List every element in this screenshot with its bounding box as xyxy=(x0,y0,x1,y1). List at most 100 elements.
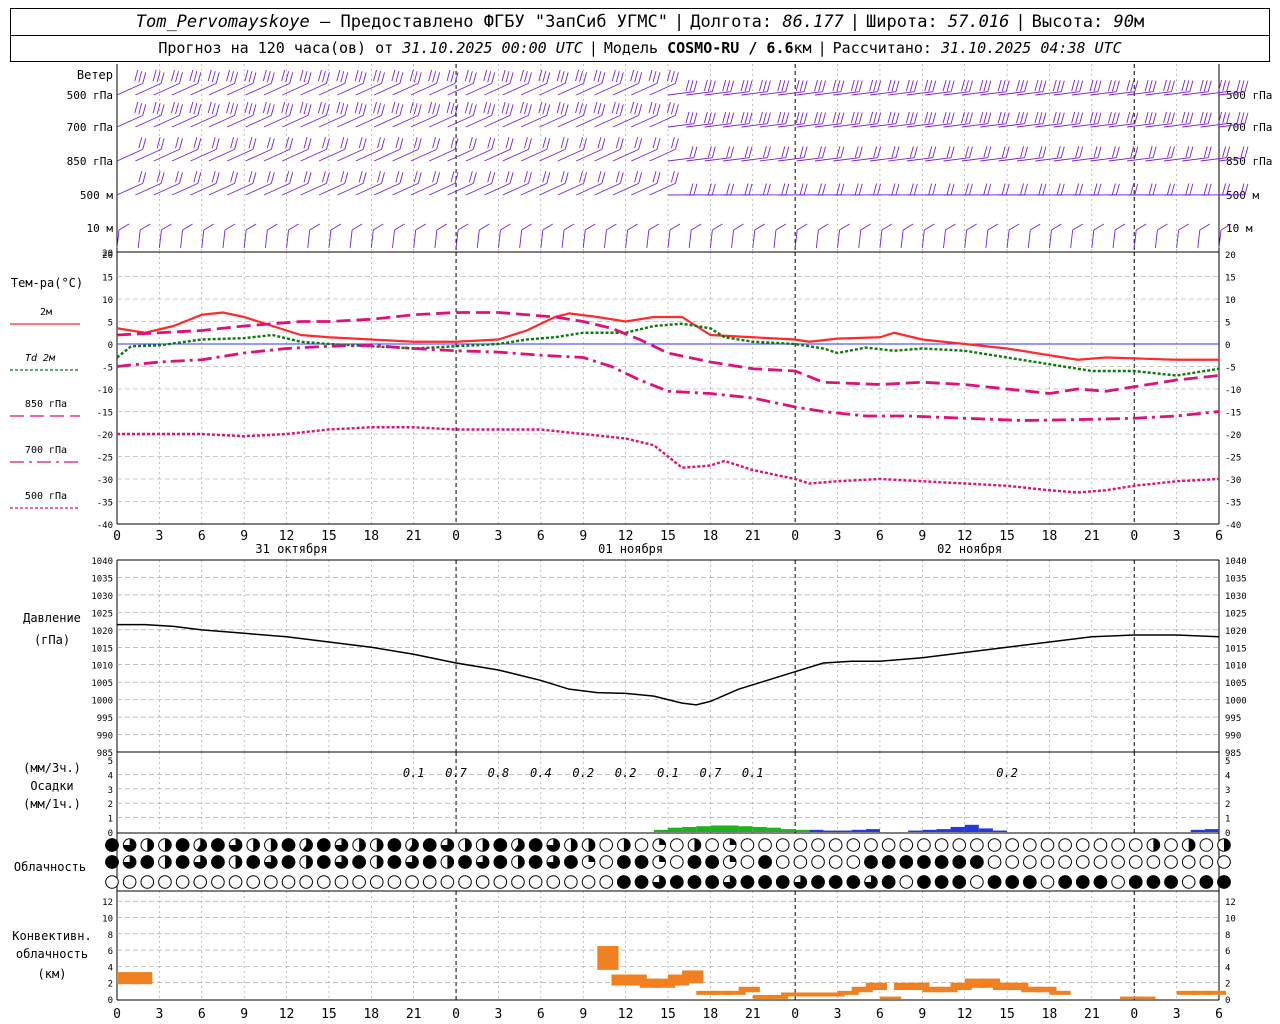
y-tick-label-right: -25 xyxy=(1225,454,1241,464)
wind-barb-feather xyxy=(987,183,992,195)
wind-barb-feather xyxy=(1199,223,1211,231)
wind-barb-feather xyxy=(983,80,988,92)
cloud-symbol-fill xyxy=(899,855,914,869)
hour-tick-label-mid: 3 xyxy=(1173,529,1181,544)
pressure-title: Давление xyxy=(23,611,81,625)
cloud-symbol xyxy=(105,875,119,889)
wind-barb-feather xyxy=(505,137,510,149)
conv-bar xyxy=(597,946,619,970)
wind-barb-shaft xyxy=(519,229,523,249)
wind-barb-feather xyxy=(946,80,951,92)
wind-barb-feather xyxy=(1052,79,1057,92)
wind-barb-feather xyxy=(560,171,565,183)
wind-barb-feather xyxy=(1115,183,1120,195)
y-tick-label-right: 1005 xyxy=(1225,679,1247,689)
wind-barb-feather xyxy=(1075,112,1080,124)
wind-barb-feather xyxy=(432,103,437,115)
hour-tick-label-bottom: 12 xyxy=(957,1007,973,1022)
wind-barb-feather xyxy=(818,146,822,158)
wind-barb-feather xyxy=(818,223,829,231)
wind-barb-feather xyxy=(179,72,183,84)
hour-tick-label-bottom: 18 xyxy=(363,1007,379,1022)
y-tick-label-right: 1 xyxy=(1225,815,1230,825)
wind-barb-feather xyxy=(601,104,606,116)
wind-barb-feather xyxy=(656,104,661,116)
y-tick-label-left: 1025 xyxy=(91,609,113,619)
cloud-symbol-fill xyxy=(482,838,489,852)
y-tick-label-left: 20 xyxy=(102,251,113,261)
cloud-symbol xyxy=(670,838,684,852)
wind-barb-feather xyxy=(464,101,469,114)
wind-barb-feather xyxy=(377,71,381,83)
day-label: 01 ноября xyxy=(598,542,663,556)
wind-barb-feather xyxy=(564,138,569,150)
wind-barb-feather xyxy=(1207,146,1212,158)
pressure-unit: (гПа) xyxy=(34,633,70,647)
wind-barb-feather xyxy=(299,101,304,114)
wind-barb-feather xyxy=(818,80,822,92)
wind-barb-feather xyxy=(932,146,937,158)
wind-barb-feather xyxy=(381,104,385,116)
wind-barb-feather xyxy=(969,80,973,92)
wind-barb-feather xyxy=(869,111,874,124)
wind-barb-feather xyxy=(1167,146,1171,158)
cloud-symbol-fill xyxy=(1023,875,1037,889)
y-tick-label-left: 12 xyxy=(102,898,113,908)
cloud-symbol xyxy=(1199,838,1214,852)
wind-barb-feather xyxy=(432,71,437,83)
wind-barb-feather xyxy=(521,223,532,231)
wind-barb-feather xyxy=(377,171,381,183)
cloud-symbol xyxy=(846,855,861,869)
wind-barb-feather xyxy=(689,80,694,92)
wind-barb-feather xyxy=(928,146,933,158)
y-tick-label-left: 1015 xyxy=(91,644,113,654)
wind-barb-feather xyxy=(1071,111,1076,124)
wind-barb-feather xyxy=(179,138,183,150)
y-tick-label-right: 995 xyxy=(1225,714,1241,724)
wind-barb-feather xyxy=(1024,80,1028,92)
y-tick-label-right: 0 xyxy=(1225,341,1230,351)
wind-barb-feather xyxy=(224,223,236,231)
cloud-symbol xyxy=(864,838,878,852)
wind-barb-feather xyxy=(711,80,716,92)
wind-barb-feather xyxy=(377,137,381,149)
wind-barb-feather xyxy=(399,104,404,116)
wind-barb-feather xyxy=(950,183,955,195)
wind-barb-feather xyxy=(1034,111,1039,124)
wind-barb-feather xyxy=(1152,183,1157,195)
wind-barb-feather xyxy=(215,138,220,150)
wind-barb-feather xyxy=(1148,146,1153,158)
wind-barb-feather xyxy=(860,223,871,231)
wind-barb-feather xyxy=(1148,112,1153,124)
cloud-symbol xyxy=(1040,855,1055,869)
hour-tick-label-mid: 18 xyxy=(703,529,719,544)
wind-barb-feather xyxy=(983,183,988,195)
wind-barb-feather xyxy=(601,172,606,184)
cloud-symbol xyxy=(1217,855,1231,869)
wind-barb-feather xyxy=(505,171,510,183)
wind-barb-feather xyxy=(546,138,551,150)
wind-barb-feather xyxy=(946,112,951,124)
y-tick-label-right: 15 xyxy=(1225,274,1236,284)
cloud-symbol xyxy=(952,838,967,852)
wind-barb-feather xyxy=(1079,183,1084,195)
wind-barb-feather xyxy=(711,183,716,195)
cloud-symbol xyxy=(1093,838,1108,852)
precip-bar xyxy=(653,829,668,832)
wind-barb-feather xyxy=(381,72,385,84)
wind-barb-feather xyxy=(983,146,988,158)
y-tick-label-left: 3 xyxy=(108,786,113,796)
wind-barb-shaft xyxy=(307,229,311,249)
wind-barb-feather xyxy=(197,138,202,150)
wind-barb-feather xyxy=(652,171,657,183)
conv-bar xyxy=(1049,990,1071,995)
wind-barb-feather xyxy=(669,223,681,231)
cloud-symbol xyxy=(828,838,843,852)
wind-barb-feather xyxy=(171,69,175,82)
wind-barb-shaft xyxy=(222,229,226,249)
wind-barb-feather xyxy=(1075,146,1080,158)
wind-barb-feather xyxy=(289,172,294,184)
wind-barb-feather xyxy=(234,172,239,184)
wind-barb-feather xyxy=(432,171,437,183)
wind-barb-feather xyxy=(1060,146,1065,158)
